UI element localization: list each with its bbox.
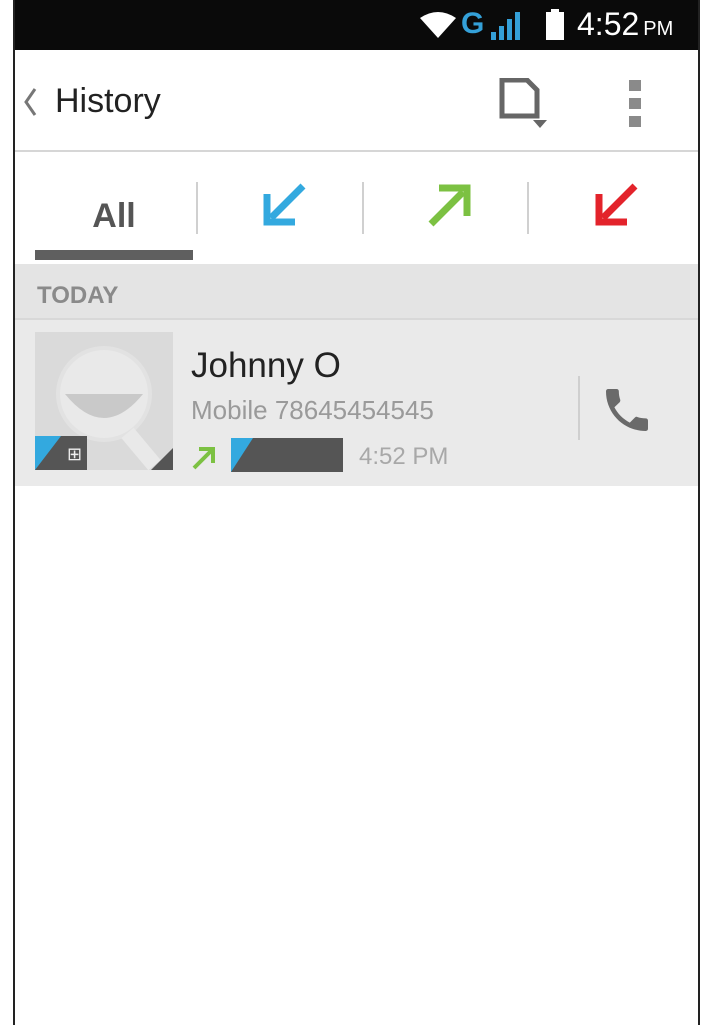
tab-divider <box>527 182 529 234</box>
overflow-menu-button[interactable] <box>621 78 651 130</box>
selected-tab-indicator <box>35 250 193 260</box>
battery-icon <box>546 9 564 40</box>
clock-time: 4:52 <box>577 6 640 42</box>
quick-contact-corner-icon <box>151 448 173 470</box>
sim-card-icon <box>499 77 547 128</box>
sim-select-button[interactable] <box>499 77 549 130</box>
tab-divider <box>362 182 364 234</box>
clock-ampm: PM <box>643 18 674 40</box>
contact-number: Mobile 78645454545 <box>191 395 434 425</box>
status-clock: 4:52 PM <box>577 6 673 43</box>
tab-outgoing[interactable] <box>381 152 521 264</box>
screenshot-frame: G 4:52 PM History All TODAY ⊞ Johnny O M… <box>0 0 705 1025</box>
phone-screen: G 4:52 PM History All TODAY ⊞ Johnny O M… <box>13 0 700 1025</box>
section-header-label: TODAY <box>37 282 119 309</box>
outgoing-call-icon <box>428 184 471 227</box>
tab-incoming[interactable] <box>215 152 355 264</box>
incoming-call-icon <box>263 183 306 226</box>
row-divider <box>578 376 580 440</box>
status-bar: G 4:52 PM <box>15 0 698 50</box>
call-log-row[interactable]: ⊞ Johnny O Mobile 78645454545 4:52 PM <box>15 320 698 486</box>
sim-badge-icon: ⊞ <box>35 436 87 470</box>
tab-divider <box>196 182 198 234</box>
sim-badge-text: ⊞ <box>67 444 82 465</box>
missed-call-icon <box>595 183 638 226</box>
call-back-button[interactable] <box>599 382 655 438</box>
tab-all[interactable]: All <box>35 152 193 264</box>
call-filter-tabs: All <box>15 152 698 264</box>
page-title: History <box>55 82 161 120</box>
overflow-menu-icon <box>629 80 641 127</box>
network-type-label: G <box>461 7 485 40</box>
action-bar: History <box>15 50 698 152</box>
tab-all-label: All <box>92 197 136 235</box>
wifi-icon <box>420 12 456 38</box>
call-sim-indicator-icon <box>231 438 343 472</box>
back-chevron-icon <box>24 88 37 116</box>
tab-missed[interactable] <box>547 152 687 264</box>
phone-icon <box>606 389 648 431</box>
section-header-today: TODAY <box>15 264 698 320</box>
outgoing-call-icon <box>192 447 215 470</box>
contact-name: Johnny O <box>191 346 341 385</box>
call-time: 4:52 PM <box>359 443 449 470</box>
signal-icon <box>491 12 520 40</box>
